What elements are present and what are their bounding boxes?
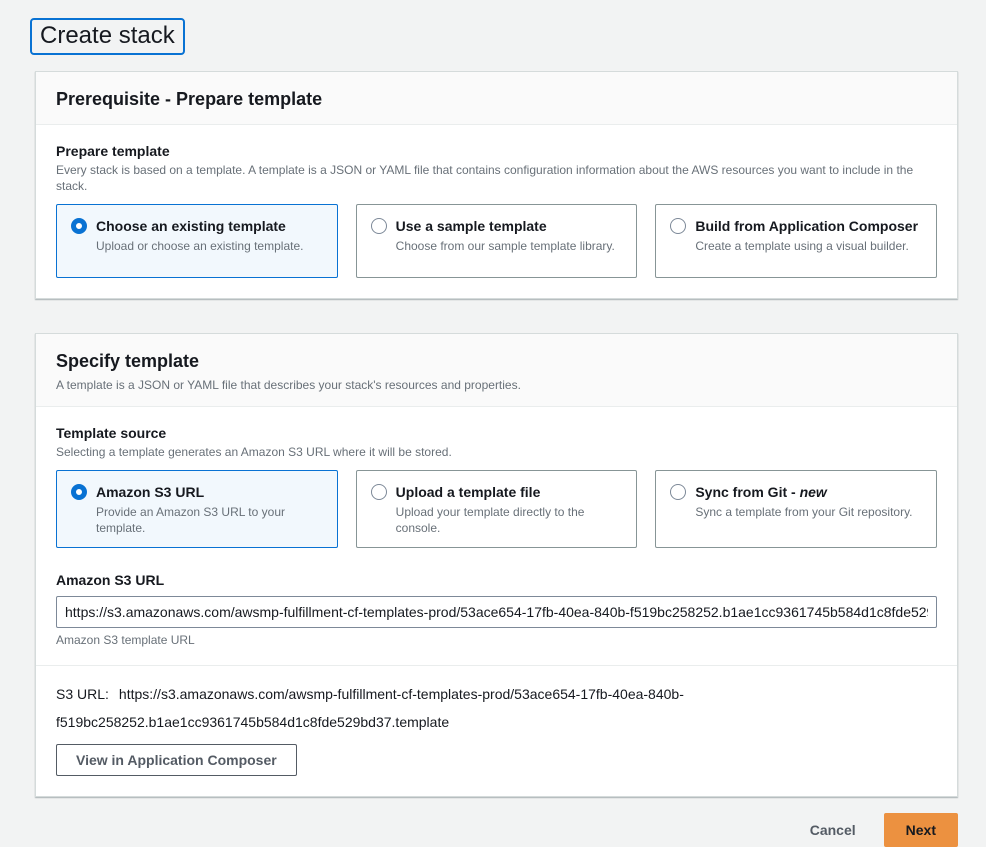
option-label: Use a sample template xyxy=(396,216,615,236)
specify-template-description: A template is a JSON or YAML file that d… xyxy=(56,377,937,393)
s3-url-display-label: S3 URL: xyxy=(56,686,109,702)
page-title: Create stack xyxy=(30,18,185,55)
prepare-template-label: Prepare template xyxy=(56,141,937,161)
next-button[interactable]: Next xyxy=(884,813,958,847)
s3-url-display-value: https://s3.amazonaws.com/awsmp-fulfillme… xyxy=(56,686,684,730)
option-card-sync-from-git[interactable]: Sync from Git - new Sync a template from… xyxy=(655,470,937,548)
option-description: Upload or choose an existing template. xyxy=(96,238,303,254)
radio-icon[interactable] xyxy=(371,218,387,234)
new-badge-text: new xyxy=(800,484,827,500)
specify-template-panel: Specify template A template is a JSON or… xyxy=(35,333,958,797)
template-source-label: Template source xyxy=(56,423,937,443)
option-description: Provide an Amazon S3 URL to your templat… xyxy=(96,504,323,536)
option-label: Sync from Git - new xyxy=(695,482,912,502)
amazon-s3-url-input[interactable] xyxy=(56,596,937,628)
create-stack-page: Create stack Prerequisite - Prepare temp… xyxy=(35,18,958,847)
option-card-upload-template-file[interactable]: Upload a template file Upload your templ… xyxy=(356,470,638,548)
cancel-button[interactable]: Cancel xyxy=(810,822,856,838)
radio-icon[interactable] xyxy=(371,484,387,500)
option-description: Choose from our sample template library. xyxy=(396,238,615,254)
radio-selected-icon[interactable] xyxy=(71,218,87,234)
section-divider xyxy=(36,665,957,666)
amazon-s3-url-label: Amazon S3 URL xyxy=(56,570,937,590)
option-label: Upload a template file xyxy=(396,482,623,502)
option-description: Create a template using a visual builder… xyxy=(695,238,918,254)
option-label: Build from Application Composer xyxy=(695,216,918,236)
amazon-s3-url-hint: Amazon S3 template URL xyxy=(56,633,937,647)
specify-template-panel-body: Template source Selecting a template gen… xyxy=(36,407,957,796)
template-source-description: Selecting a template generates an Amazon… xyxy=(56,444,937,460)
specify-template-panel-header: Specify template A template is a JSON or… xyxy=(36,334,957,407)
option-card-use-sample-template[interactable]: Use a sample template Choose from our sa… xyxy=(356,204,638,278)
option-card-amazon-s3-url[interactable]: Amazon S3 URL Provide an Amazon S3 URL t… xyxy=(56,470,338,548)
prerequisite-panel-body: Prepare template Every stack is based on… xyxy=(36,125,957,298)
specify-template-title: Specify template xyxy=(56,349,937,373)
prepare-template-description: Every stack is based on a template. A te… xyxy=(56,162,937,194)
prerequisite-panel-title: Prerequisite - Prepare template xyxy=(56,87,937,111)
prerequisite-panel-header: Prerequisite - Prepare template xyxy=(36,72,957,125)
footer-actions: Cancel Next xyxy=(35,813,958,847)
s3-url-display: S3 URL:https://s3.amazonaws.com/awsmp-fu… xyxy=(56,680,756,736)
template-source-options: Amazon S3 URL Provide an Amazon S3 URL t… xyxy=(56,470,937,548)
radio-selected-icon[interactable] xyxy=(71,484,87,500)
prepare-template-options: Choose an existing template Upload or ch… xyxy=(56,204,937,278)
option-description: Sync a template from your Git repository… xyxy=(695,504,912,520)
option-description: Upload your template directly to the con… xyxy=(396,504,623,536)
view-in-application-composer-button[interactable]: View in Application Composer xyxy=(56,744,297,776)
radio-icon[interactable] xyxy=(670,218,686,234)
option-card-choose-existing-template[interactable]: Choose an existing template Upload or ch… xyxy=(56,204,338,278)
option-label: Amazon S3 URL xyxy=(96,482,323,502)
prerequisite-panel: Prerequisite - Prepare template Prepare … xyxy=(35,71,958,299)
option-label: Choose an existing template xyxy=(96,216,303,236)
option-card-build-from-application-composer[interactable]: Build from Application Composer Create a… xyxy=(655,204,937,278)
radio-icon[interactable] xyxy=(670,484,686,500)
